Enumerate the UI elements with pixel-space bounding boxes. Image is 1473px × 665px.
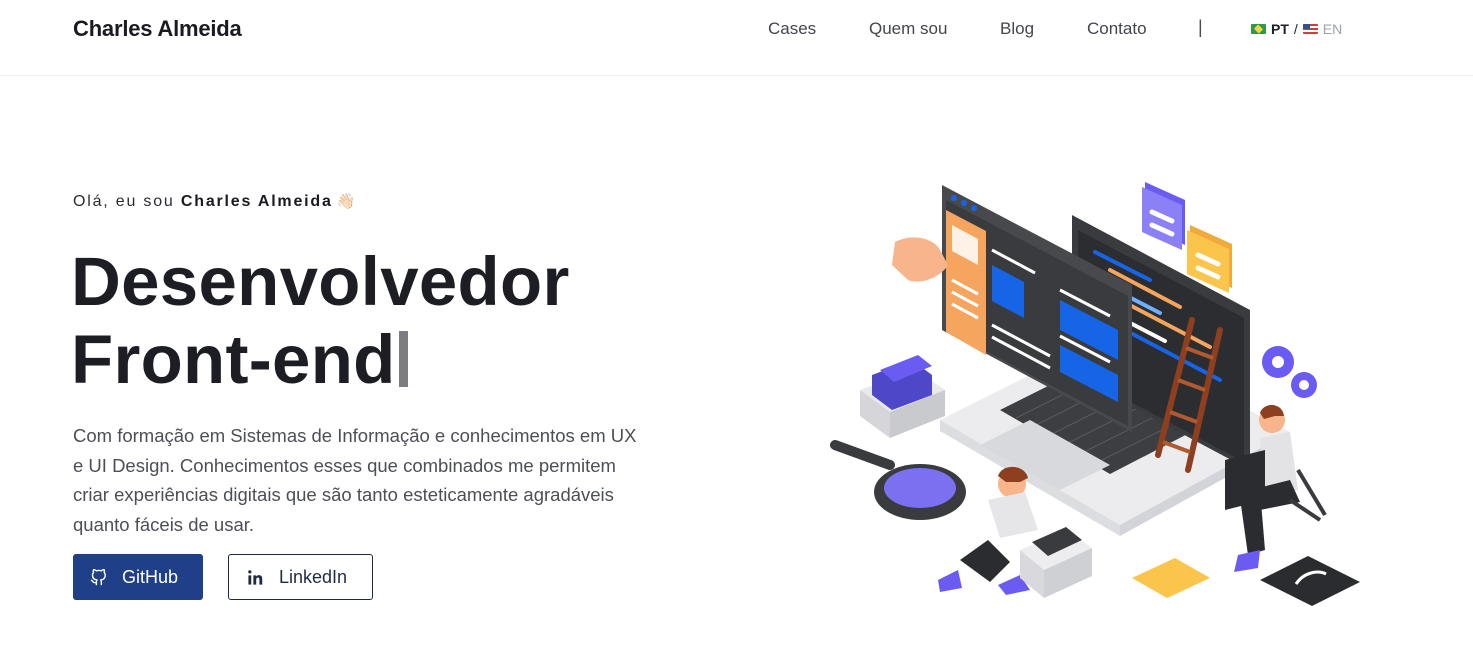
nav-link-cases[interactable]: Cases (768, 19, 816, 39)
lang-option-pt[interactable]: PT (1271, 21, 1289, 37)
language-switcher: PT / EN (1251, 21, 1342, 37)
linkedin-icon (247, 569, 264, 586)
title-line-1: Desenvolvedor (71, 243, 570, 320)
nav-link-blog[interactable]: Blog (1000, 19, 1034, 39)
greeting-prefix: Olá, eu sou (73, 193, 175, 210)
lang-option-en[interactable]: EN (1323, 21, 1342, 37)
greeting-name: Charles Almeida (180, 193, 333, 210)
brand-logo-text[interactable]: Charles Almeida (73, 16, 242, 42)
hero-greeting: Olá, eu sou Charles Almeida 👋🏻 (73, 192, 357, 211)
nav-link-contato[interactable]: Contato (1087, 19, 1147, 39)
title-line-2: Front-end (71, 321, 396, 398)
top-navbar: Charles Almeida Cases Quem sou Blog Cont… (0, 0, 1473, 76)
hero-description: Com formação em Sistemas de Informação e… (73, 425, 637, 535)
nav-separator: | (1198, 17, 1203, 37)
brazil-flag-icon[interactable] (1251, 24, 1266, 34)
github-button[interactable]: GitHub (73, 554, 203, 600)
developer-illustration (820, 170, 1370, 615)
linkedin-button[interactable]: LinkedIn (228, 554, 373, 600)
wave-emoji: 👋🏻 (336, 193, 358, 210)
hero-title: Desenvolvedor Front-end (71, 243, 570, 399)
github-icon (90, 568, 107, 586)
lang-slash: / (1293, 21, 1298, 37)
nav-link-quem-sou[interactable]: Quem sou (869, 19, 947, 39)
linkedin-button-label: LinkedIn (279, 566, 348, 587)
typing-cursor (398, 331, 408, 387)
github-button-label: GitHub (122, 566, 179, 587)
usa-flag-icon[interactable] (1302, 24, 1318, 34)
